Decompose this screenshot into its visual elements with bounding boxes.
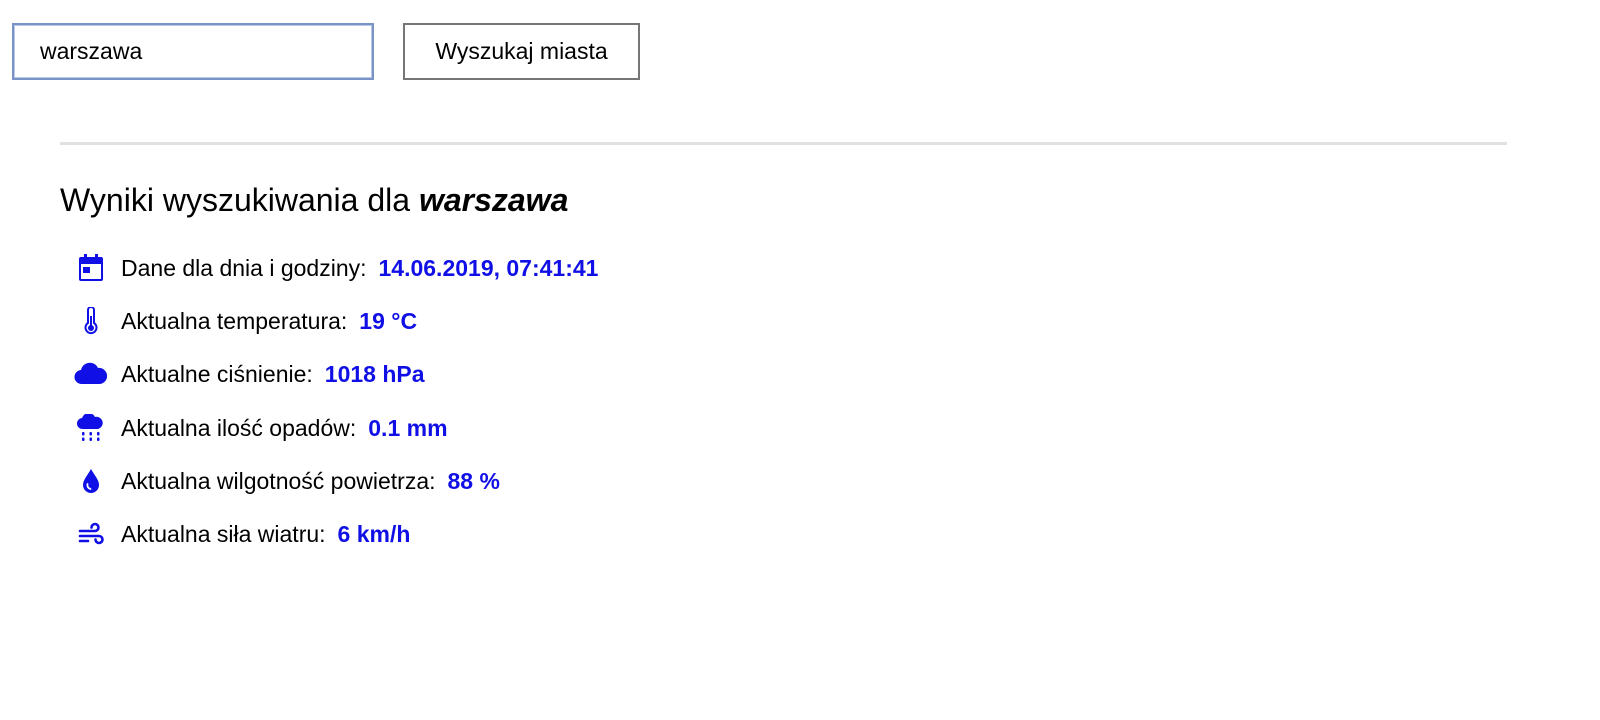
result-label: Dane dla dnia i godziny: [121,255,367,281]
result-value: 14.06.2019, 07:41:41 [378,255,599,281]
droplet-icon [74,463,108,499]
search-input[interactable] [12,23,374,80]
wind-icon [74,516,108,552]
result-label: Aktualne ciśnienie: [121,361,313,388]
result-label: Aktualna siła wiatru: [121,520,326,547]
result-item-pressure: Aktualne ciśnienie: 1018 hPa [74,356,598,409]
results-list: Dane dla dnia i godziny: 14.06.2019, 07:… [74,250,598,569]
divider [60,142,1507,145]
result-item-date: Dane dla dnia i godziny: 14.06.2019, 07:… [74,250,598,303]
results-heading-prefix: Wyniki wyszukiwania dla [60,182,419,218]
result-label: Aktualna temperatura: [121,308,348,335]
result-value: 0.1 mm [368,414,448,441]
thermometer-icon [74,303,108,339]
result-item-temperature: Aktualna temperatura: 19 °C [74,303,598,356]
result-label: Aktualna ilość opadów: [121,414,357,441]
results-query: warszawa [418,182,569,218]
result-value: 19 °C [359,308,418,335]
cloud-rain-icon [74,410,108,446]
cloud-icon [74,356,108,392]
result-value: 1018 hPa [324,361,425,388]
result-value: 88 % [447,467,500,494]
result-item-wind: Aktualna siła wiatru: 6 km/h [74,516,598,569]
result-label: Aktualna wilgotność powietrza: [121,467,436,494]
result-value: 6 km/h [337,520,411,547]
search-button[interactable]: Wyszukaj miasta [403,23,640,80]
result-item-precipitation: Aktualna ilość opadów: 0.1 mm [74,410,598,463]
calendar-icon [74,250,108,286]
results-heading: Wyniki wyszukiwania dla warszawa [60,181,568,219]
result-item-humidity: Aktualna wilgotność powietrza: 88 % [74,463,598,516]
